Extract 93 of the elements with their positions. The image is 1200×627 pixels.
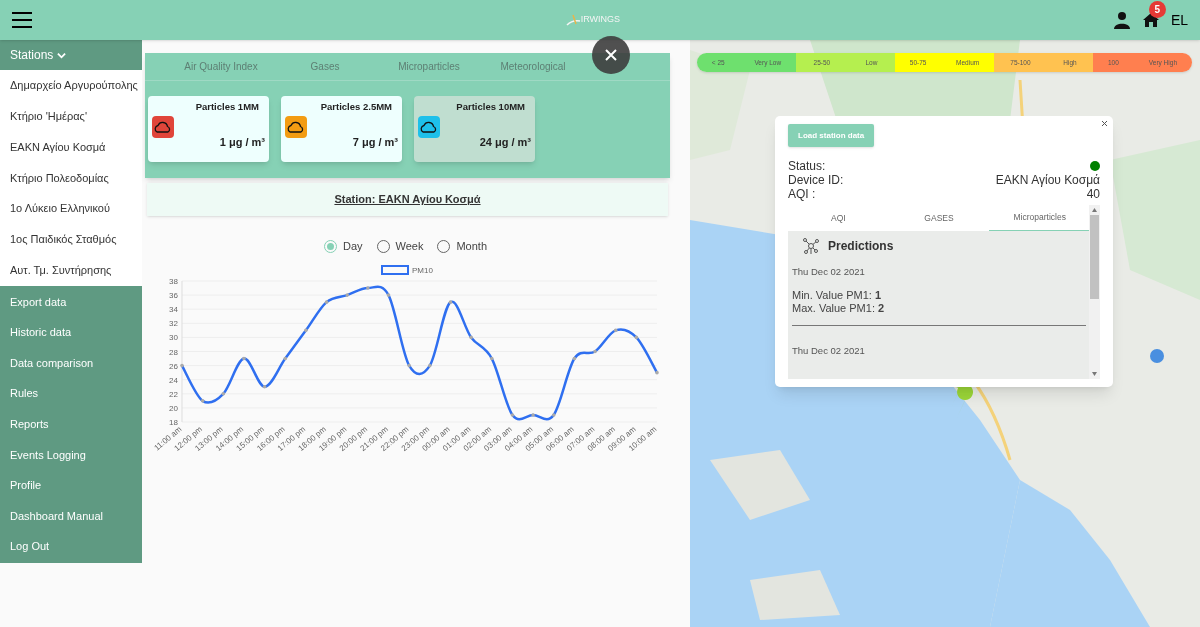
chevron-icon bbox=[57, 50, 67, 60]
card-value: 24 μg / m³ bbox=[479, 135, 531, 151]
y-tick-label: 32 bbox=[169, 318, 178, 328]
data-point bbox=[531, 412, 535, 417]
network-icon bbox=[802, 237, 820, 255]
data-point bbox=[469, 335, 473, 339]
notification-badge: 5 bbox=[1148, 1, 1166, 18]
y-tick-label: 36 bbox=[169, 290, 178, 300]
data-point bbox=[386, 292, 391, 297]
data-point bbox=[366, 285, 370, 290]
y-tick-label: 26 bbox=[169, 361, 178, 371]
data-point bbox=[448, 299, 453, 304]
station-link[interactable]: Κτήριο Πολεοδομίας bbox=[0, 162, 142, 194]
sidebar-link[interactable]: Dashboard Manual bbox=[0, 500, 142, 532]
predictions-heading: Predictions bbox=[828, 238, 894, 255]
field-label: Device ID: bbox=[788, 172, 844, 189]
data-point bbox=[242, 356, 246, 360]
station-link[interactable]: Δημαρχείο Αργυρούπολης bbox=[0, 70, 142, 101]
period-radio[interactable]: Month bbox=[437, 238, 488, 255]
sidebar-link[interactable]: Profile bbox=[0, 470, 142, 501]
y-tick-label: 24 bbox=[169, 375, 178, 385]
card-value: 1 μg / m³ bbox=[219, 135, 265, 151]
scrollbar[interactable] bbox=[1089, 205, 1100, 379]
stations-menu-header[interactable]: Stations bbox=[0, 40, 142, 70]
popup-tab[interactable]: AQI bbox=[788, 205, 889, 231]
prediction-value: Max. Value PM1: 2 bbox=[792, 302, 886, 316]
scroll-down-icon[interactable] bbox=[1092, 372, 1097, 376]
prediction-date: Thu Dec 02 2021 bbox=[792, 265, 866, 279]
station-link[interactable]: 1ο Λύκειο Ελληνικού bbox=[0, 193, 142, 224]
language-selector[interactable]: EL bbox=[1170, 9, 1188, 31]
legend-label: PM10 bbox=[412, 265, 433, 275]
sidebar-link[interactable]: Export data bbox=[0, 286, 142, 318]
sidebar-link[interactable]: Log Out bbox=[0, 531, 142, 562]
data-point bbox=[345, 292, 349, 297]
period-radio[interactable]: Day bbox=[323, 238, 363, 255]
menu-icon[interactable] bbox=[12, 12, 32, 28]
card-value: 7 μg / m³ bbox=[352, 135, 398, 151]
data-point bbox=[324, 299, 329, 304]
popup-tab[interactable]: GASES bbox=[888, 205, 990, 231]
y-tick-label: 38 bbox=[169, 276, 178, 286]
popup-close-button[interactable] bbox=[1099, 118, 1109, 128]
user-icon[interactable] bbox=[1112, 11, 1131, 29]
close-icon bbox=[1100, 119, 1108, 127]
sidebar-link[interactable]: Reports bbox=[0, 408, 142, 440]
data-point bbox=[221, 391, 226, 396]
field-label: Status: bbox=[788, 158, 826, 175]
particle-card[interactable]: Particles 1MM 1 μg / m³ bbox=[148, 96, 269, 162]
sidebar-link[interactable]: Rules bbox=[0, 378, 142, 409]
prediction-value: Min. Value PM1: 1 bbox=[792, 289, 883, 303]
y-tick-label: 30 bbox=[169, 332, 178, 342]
y-tick-label: 20 bbox=[169, 403, 178, 413]
data-point bbox=[510, 412, 515, 417]
data-point bbox=[262, 384, 267, 389]
data-point bbox=[200, 398, 205, 403]
card-title: Particles 2.5MM bbox=[320, 100, 393, 114]
data-point bbox=[304, 328, 308, 332]
data-point bbox=[572, 356, 577, 360]
data-point bbox=[655, 370, 659, 374]
data-point bbox=[634, 335, 639, 339]
station-link[interactable]: Αυτ. Τμ. Συντήρησης bbox=[0, 254, 142, 286]
data-point bbox=[551, 412, 556, 417]
sidebar-link[interactable]: Historic data bbox=[0, 317, 142, 348]
y-tick-label: 18 bbox=[169, 417, 178, 427]
station-link[interactable]: Κτήριο 'Ημέρας' bbox=[0, 100, 142, 132]
legend-swatch bbox=[381, 264, 409, 275]
particle-card[interactable]: Particles 2.5MM 7 μg / m³ bbox=[281, 96, 402, 162]
prediction-date: Thu Dec 02 2021 bbox=[792, 344, 866, 359]
period-radio[interactable]: Week bbox=[376, 238, 424, 255]
field-value: ΕΑΚΝ Αγίου Κοσμά bbox=[995, 172, 1100, 189]
station-title: Station: ΕΑΚΝ Αγίου Κοσμά bbox=[334, 192, 481, 208]
scroll-up-icon[interactable] bbox=[1092, 208, 1097, 212]
station-link[interactable]: ΕΑΚΝ Αγίου Κοσμά bbox=[0, 131, 142, 163]
data-point bbox=[407, 363, 411, 367]
field-label: AQI : bbox=[788, 186, 816, 203]
station-link[interactable]: 1ος Παιδικός Σταθμός bbox=[0, 224, 142, 255]
card-title: Particles 10MM bbox=[456, 100, 526, 114]
y-tick-label: 28 bbox=[169, 347, 178, 356]
data-point bbox=[180, 363, 184, 367]
data-point bbox=[613, 328, 618, 332]
logo-text: IRWINGS bbox=[580, 13, 621, 27]
y-tick-label: 22 bbox=[169, 389, 178, 399]
sidebar-link[interactable]: Data comparison bbox=[0, 347, 142, 379]
y-tick-label: 34 bbox=[169, 304, 178, 314]
close-icon bbox=[605, 49, 617, 61]
card-title: Particles 1MM bbox=[195, 100, 260, 114]
data-point bbox=[593, 349, 597, 353]
sidebar-link[interactable]: Events Logging bbox=[0, 439, 142, 471]
data-point bbox=[428, 363, 432, 367]
field-value: 40 bbox=[1086, 187, 1100, 203]
data-point bbox=[283, 356, 288, 360]
data-point bbox=[490, 356, 494, 360]
logo-swoosh-icon bbox=[564, 12, 581, 28]
particle-card[interactable]: Particles 10MM 24 μg / m³ bbox=[414, 96, 535, 162]
